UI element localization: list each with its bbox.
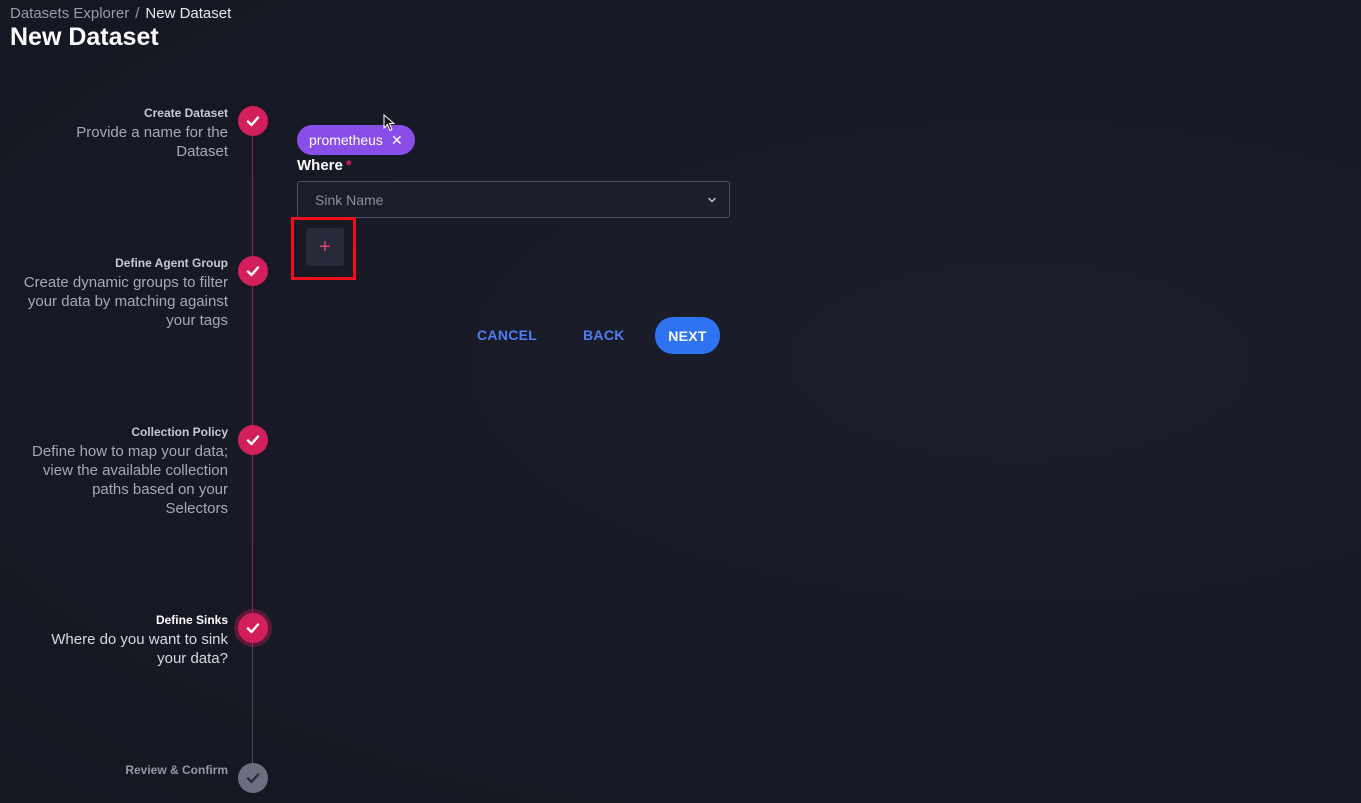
step-description: Where do you want to sink your data?	[51, 631, 228, 667]
breadcrumb: Datasets Explorer / New Dataset	[10, 5, 231, 22]
check-icon	[238, 256, 268, 286]
add-sink-button[interactable]: +	[306, 228, 344, 266]
check-icon	[238, 613, 268, 643]
chip-label: prometheus	[309, 132, 383, 148]
close-icon[interactable]: ✕	[391, 132, 403, 149]
step-title: Define Agent Group	[115, 256, 228, 270]
page: Datasets Explorer / New Dataset New Datase…	[0, 0, 1361, 803]
select-placeholder: Sink Name	[315, 192, 384, 208]
mouse-cursor-icon	[383, 114, 395, 132]
check-icon	[238, 763, 268, 793]
stepper-line-pending	[252, 643, 253, 763]
step-description: Provide a name for the Dataset	[76, 124, 228, 160]
stepper-line-complete	[252, 136, 253, 613]
check-icon	[238, 106, 268, 136]
page-title: New Dataset	[10, 23, 159, 51]
breadcrumb-separator: /	[135, 5, 140, 22]
back-button[interactable]: BACK	[583, 327, 625, 343]
chevron-down-icon	[708, 197, 716, 203]
step-title: Review & Confirm	[125, 763, 228, 777]
breadcrumb-parent-link[interactable]: Datasets Explorer	[10, 5, 129, 22]
step-title: Collection Policy	[131, 425, 228, 439]
check-icon	[238, 425, 268, 455]
step-description: Create dynamic groups to filter your dat…	[23, 274, 228, 329]
where-label-text: Where	[297, 157, 343, 174]
required-mark: *	[345, 157, 352, 174]
next-button[interactable]: NEXT	[655, 317, 720, 354]
step-title: Define Sinks	[155, 613, 228, 627]
where-label: Where *	[297, 157, 352, 174]
sink-name-select[interactable]: Sink Name	[297, 181, 730, 218]
step-title: Create Dataset	[143, 106, 228, 120]
breadcrumb-current: New Dataset	[145, 5, 232, 22]
step-description: Define how to map your data; view the av…	[32, 443, 228, 517]
cancel-button[interactable]: CANCEL	[477, 327, 537, 343]
tag-chip-prometheus[interactable]: prometheus ✕	[297, 125, 415, 155]
